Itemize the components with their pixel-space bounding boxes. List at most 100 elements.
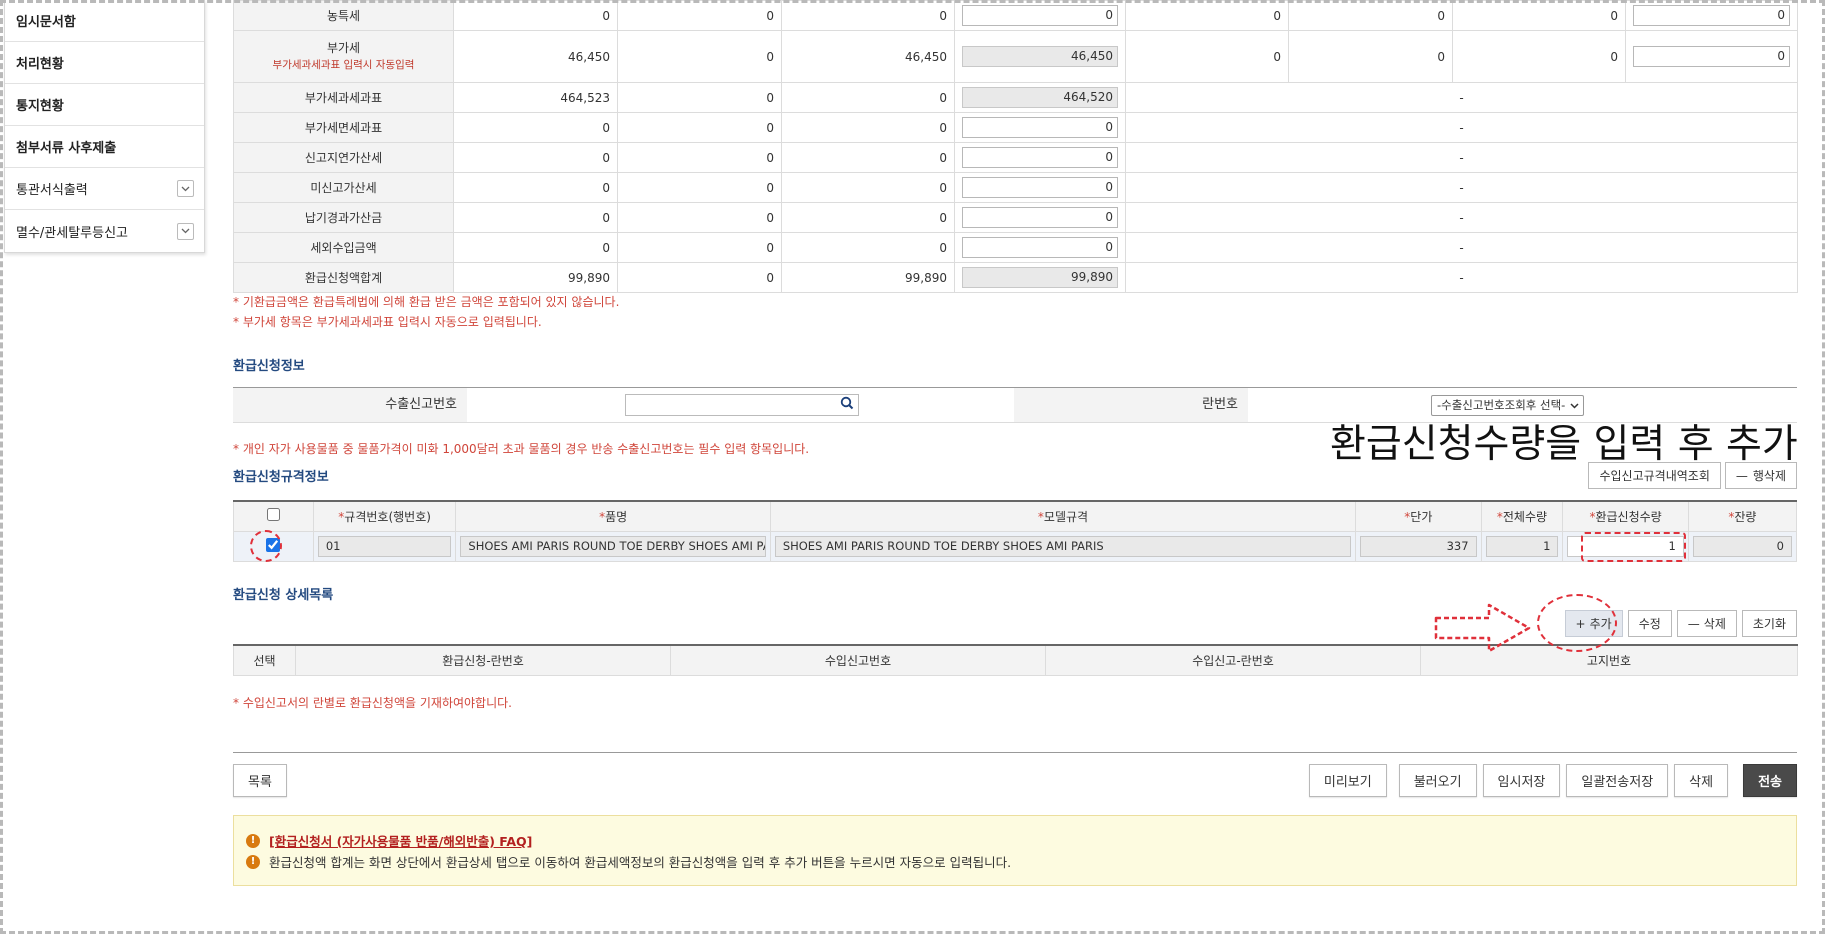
sidebar-item-report[interactable]: 멸수/관세탈루등신고: [5, 210, 204, 252]
table-row: 부가세 부가세과세과표 입력시 자동입력 46,450 0 46,450 46,…: [233, 30, 1798, 83]
edit-button[interactable]: 수정: [1627, 610, 1672, 637]
delete-row-label: 행삭제: [1752, 469, 1786, 483]
delete-button-label: 삭제: [1703, 617, 1726, 631]
chevron-down-icon[interactable]: [177, 222, 194, 240]
faq-link[interactable]: [환급신청서 (자가사용물품 반품/해외반출) FAQ]: [269, 831, 532, 850]
tax-table: 농특세 0 0 0 0 0 0 0 0 부가세 부가세과세과표 입력시 자동입력…: [233, 0, 1798, 293]
export-number-input[interactable]: [625, 394, 859, 416]
cell: 0: [453, 112, 618, 143]
sidebar-item-label: 첨부서류 사후제출: [16, 141, 117, 156]
refund-qty-input[interactable]: 1: [1567, 535, 1684, 557]
cell: 0: [453, 0, 618, 31]
header-import-line: 수입신고-란번호: [1045, 644, 1421, 676]
import-spec-lookup-button[interactable]: 수입신고규격내역조회: [1588, 462, 1721, 489]
unit-price-field: 337: [1360, 535, 1477, 557]
header-remain: *잔량: [1687, 500, 1798, 532]
input-cell: 464,520: [954, 82, 1126, 113]
amount-input[interactable]: 0: [1633, 5, 1790, 26]
cell: 0: [617, 202, 782, 233]
warning-icon: !: [246, 854, 260, 869]
cell: 0: [781, 0, 955, 31]
delete-row-button[interactable]: — 행삭제: [1724, 462, 1797, 489]
amount-input[interactable]: 0: [962, 177, 1118, 198]
table-row: 부가세과세과표 464,523 0 0 464,520 -: [233, 82, 1798, 113]
cell: 0: [617, 30, 782, 83]
cell: 0: [1288, 0, 1453, 31]
header-model: *모델규격: [769, 500, 1357, 532]
amount-input[interactable]: 0: [962, 207, 1118, 228]
row-label-main: 부가세: [326, 40, 361, 55]
annotation-instruction: 환급신청수량을 입력 후 추가: [1330, 422, 1798, 467]
sidebar-item-attachments[interactable]: 첨부서류 사후제출: [5, 126, 204, 168]
sidebar-item-notices[interactable]: 통지현황: [5, 84, 204, 126]
cell: 0: [453, 232, 618, 263]
header-refund-line: 환급신청-란번호: [295, 644, 671, 676]
table-row: 세외수입금액 0 0 0 0 -: [233, 232, 1798, 263]
input-cell: 0: [954, 202, 1126, 233]
delete-button[interactable]: — 삭제: [1676, 610, 1737, 637]
cell: 464,523: [453, 82, 618, 113]
input-cell: 0: [954, 232, 1126, 263]
input-cell: 0: [1625, 30, 1798, 83]
table-row: 환급신청액합계 99,890 0 99,890 99,890 -: [233, 262, 1798, 293]
sidebar-item-temp-docs[interactable]: 임시문서함: [5, 0, 204, 42]
minus-icon: —: [1735, 468, 1748, 483]
amount-input[interactable]: 0: [1633, 46, 1790, 67]
cell: -: [1125, 202, 1798, 233]
cell: 0: [617, 172, 782, 203]
faq-link-line: ! [환급신청서 (자가사용물품 반품/해외반출) FAQ]: [246, 830, 1784, 851]
table-row: 납기경과가산금 0 0 0 0 -: [233, 202, 1798, 233]
cell: 99,890: [453, 262, 618, 293]
chevron-down-icon[interactable]: [177, 180, 194, 197]
remain-cell: 0: [1687, 530, 1798, 562]
amount-input[interactable]: 0: [962, 5, 1118, 26]
note-text: * 부가세 항목은 부가세과세과표 입력시 자동으로 입력됩니다.: [233, 315, 542, 329]
export-number-label: 수출신고번호: [233, 388, 467, 422]
cell: 0: [617, 112, 782, 143]
delete-doc-button[interactable]: 삭제: [1674, 764, 1729, 797]
cell: -: [1125, 112, 1798, 143]
table-row: 01 SHOES AMI PARIS ROUND TOE DERBY SHOES…: [233, 530, 1798, 562]
sidebar-item-label: 통관서식출력: [16, 183, 88, 198]
amount-input[interactable]: 0: [962, 147, 1118, 168]
row-label: 신고지연가산세: [233, 142, 454, 173]
cell: 0: [1125, 30, 1289, 83]
select-all-checkbox[interactable]: [266, 508, 280, 522]
list-button[interactable]: 목록: [233, 764, 287, 797]
sidebar-item-forms-print[interactable]: 통관서식출력: [5, 168, 204, 210]
faq-message-line: ! 환급신청액 합계는 화면 상단에서 환급상세 탭으로 이동하여 환급세액정보…: [246, 851, 1784, 872]
row-checkbox[interactable]: [266, 537, 281, 552]
table-row: 농특세 0 0 0 0 0 0 0 0: [233, 0, 1798, 31]
header-unit-price: *단가: [1355, 500, 1482, 532]
cell: 99,890: [781, 262, 955, 293]
batch-save-button[interactable]: 일괄전송저장: [1566, 764, 1669, 797]
cell: -: [1125, 172, 1798, 203]
arrow-right-icon: [1434, 603, 1531, 653]
load-button[interactable]: 불러오기: [1398, 764, 1477, 797]
cell: 0: [617, 142, 782, 173]
sidebar-item-label: 처리현황: [16, 57, 64, 72]
detail-table: 선택 환급신청-란번호 수입신고번호 수입신고-란번호 고지번호: [233, 644, 1798, 676]
sidebar-item-status[interactable]: 처리현황: [5, 42, 204, 84]
preview-button[interactable]: 미리보기: [1308, 764, 1387, 797]
cell: 0: [617, 82, 782, 113]
warning-icon: !: [246, 833, 260, 848]
sidebar-menu: 임시문서함 처리현황 통지현황 첨부서류 사후제출 통관서식출력 멸수/관세탈루…: [4, 0, 205, 253]
add-button-label: 추가: [1589, 617, 1612, 631]
header-refund-qty: *환급신청수량: [1562, 500, 1689, 532]
table-header-row: *규격번호(행번호) *품명 *모델규격 *단가 *전체수량 *환급신청수량 *…: [233, 500, 1798, 532]
refund-info-note: * 개인 자가 사용물품 중 물품가격이 미화 1,000달러 초과 물품의 경…: [233, 442, 810, 456]
reset-button[interactable]: 초기화: [1741, 610, 1797, 637]
input-cell: 0: [1625, 0, 1798, 31]
amount-readonly: 46,450: [962, 46, 1118, 67]
faq-notice-box: ! [환급신청서 (자가사용물품 반품/해외반출) FAQ] ! 환급신청액 합…: [233, 815, 1797, 886]
add-button[interactable]: + 추가: [1564, 610, 1623, 637]
row-select-cell: [233, 530, 314, 562]
temp-save-button[interactable]: 임시저장: [1482, 764, 1561, 797]
row-label-sub: 부가세과세과표 입력시 자동입력: [272, 58, 415, 71]
send-button[interactable]: 전송: [1743, 764, 1797, 797]
amount-input[interactable]: 0: [962, 117, 1118, 138]
search-icon[interactable]: [840, 396, 854, 414]
cell: -: [1125, 82, 1798, 113]
amount-input[interactable]: 0: [962, 237, 1118, 258]
